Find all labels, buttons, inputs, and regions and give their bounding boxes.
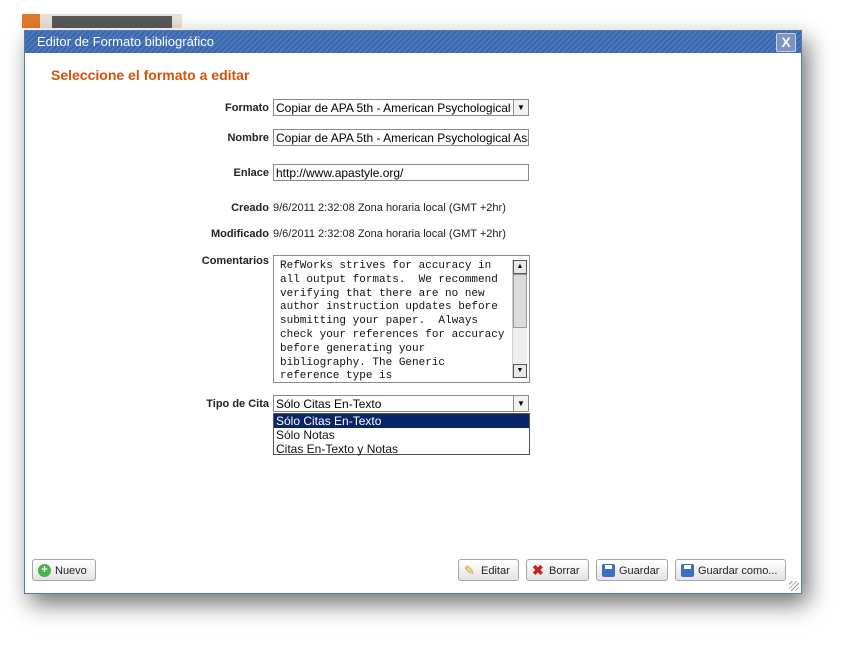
guardar-button[interactable]: Guardar [596, 559, 669, 581]
resize-grip[interactable] [789, 581, 799, 591]
editar-button-label: Editar [481, 565, 510, 577]
format-editor-dialog: Editor de Formato bibliográfico X Selecc… [24, 30, 802, 594]
enlace-field[interactable]: http://www.apastyle.org/ [273, 164, 529, 181]
close-button[interactable]: X [776, 33, 796, 52]
tipo-cita-select[interactable]: Sólo Citas En-Texto ▼ [273, 395, 529, 412]
borrar-button-label: Borrar [549, 565, 580, 577]
delete-x-icon: ✖ [532, 562, 544, 578]
scroll-up-icon[interactable]: ▲ [513, 260, 527, 274]
floppy-disk-icon [681, 564, 694, 577]
tipo-cita-option[interactable]: Sólo Notas [274, 428, 529, 442]
dialog-titlebar[interactable]: Editor de Formato bibliográfico X [25, 31, 801, 53]
plus-circle-icon: + [38, 564, 51, 577]
tipo-cita-option[interactable]: Citas En-Texto y Notas [274, 442, 529, 456]
guardar-button-label: Guardar [619, 565, 660, 577]
comentarios-label: Comentarios [201, 255, 269, 267]
formato-label: Formato [225, 102, 269, 114]
tipo-cita-option[interactable]: Sólo Citas En-Texto [274, 414, 529, 428]
guardar-como-button[interactable]: Guardar como... [675, 559, 787, 581]
background-logo [22, 14, 40, 28]
enlace-label: Enlace [233, 167, 269, 179]
tipo-cita-dropdown: Sólo Citas En-Texto Sólo Notas Citas En-… [273, 413, 530, 456]
borrar-button[interactable]: ✖ Borrar [526, 559, 589, 581]
floppy-disk-icon [602, 564, 615, 577]
creado-label: Creado [231, 202, 269, 214]
scroll-thumb[interactable] [513, 274, 527, 328]
background-app-header [22, 14, 182, 28]
dialog-title: Editor de Formato bibliográfico [37, 34, 215, 49]
formato-select-value: Copiar de APA 5th - American Psychologic… [276, 101, 528, 115]
nuevo-button-label: Nuevo [55, 565, 87, 577]
section-heading: Seleccione el formato a editar [51, 67, 250, 83]
tipo-cita-label: Tipo de Cita [206, 398, 269, 410]
formato-select[interactable]: Copiar de APA 5th - American Psychologic… [273, 99, 529, 116]
comentarios-scrollbar[interactable]: ▲ ▼ [512, 260, 527, 378]
nombre-label: Nombre [227, 132, 269, 144]
nombre-field[interactable]: Copiar de APA 5th - American Psychologic… [273, 129, 529, 146]
creado-value: 9/6/2011 2:32:08 Zona horaria local (GMT… [273, 202, 506, 214]
tipo-cita-select-value: Sólo Citas En-Texto [276, 397, 382, 411]
nuevo-button[interactable]: + Nuevo [32, 559, 96, 581]
scroll-down-icon[interactable]: ▼ [513, 364, 527, 378]
comentarios-textarea[interactable]: RefWorks strives for accuracy in all out… [273, 255, 530, 383]
pencil-icon: ✎ [464, 563, 475, 578]
background-title [52, 16, 172, 28]
guardar-como-button-label: Guardar como... [698, 565, 778, 577]
chevron-down-icon[interactable]: ▼ [513, 396, 528, 411]
modificado-value: 9/6/2011 2:32:08 Zona horaria local (GMT… [273, 228, 506, 240]
modificado-label: Modificado [210, 228, 269, 240]
comentarios-text: RefWorks strives for accuracy in all out… [280, 260, 512, 383]
editar-button[interactable]: ✎ Editar [458, 559, 519, 581]
chevron-down-icon[interactable]: ▼ [513, 100, 528, 115]
